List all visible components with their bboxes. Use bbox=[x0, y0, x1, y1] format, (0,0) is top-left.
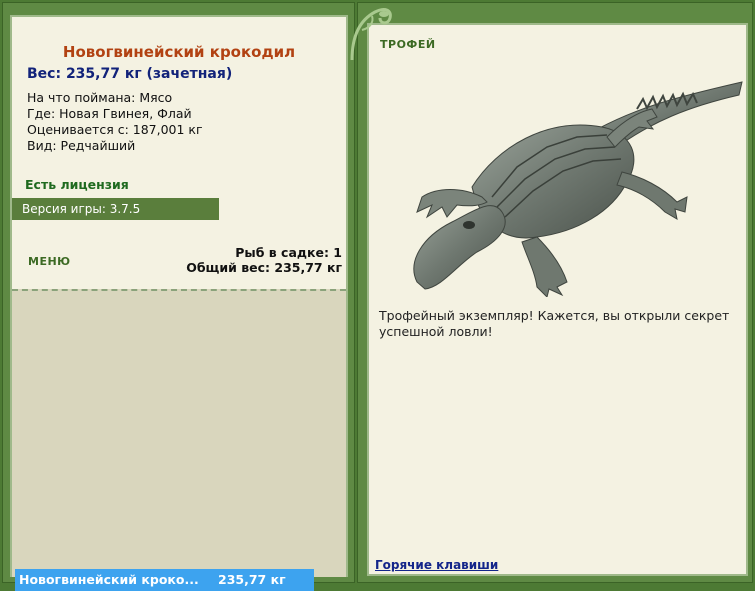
fish-weight: Вес: 235,77 кг (зачетная) bbox=[27, 66, 233, 82]
left-panel: Новогвинейский крокодил Вес: 235,77 кг (… bbox=[2, 2, 355, 591]
fish-bait: На что поймана: Мясо bbox=[27, 90, 173, 105]
right-panel: ТРОФЕЙ Трофейный экземпляр! Кажется, вы … bbox=[357, 2, 753, 583]
list-item-name: Новогвинейский кроко... bbox=[19, 572, 199, 587]
trophy-panel: ТРОФЕЙ Трофейный экземпляр! Кажется, вы … bbox=[367, 23, 748, 576]
fish-location: Где: Новая Гвинея, Флай bbox=[27, 106, 192, 121]
vine-decoration-icon bbox=[350, 8, 392, 60]
keepnet-total-weight: Общий вес: 235,77 кг bbox=[186, 260, 342, 275]
list-item-weight: 235,77 кг bbox=[218, 572, 286, 587]
hotkeys-link[interactable]: Горячие клавиши bbox=[375, 558, 498, 572]
license-status: Есть лицензия bbox=[25, 177, 129, 192]
trophy-message: Трофейный экземпляр! Кажется, вы открыли… bbox=[379, 308, 730, 339]
keepnet-count: Рыб в садке: 1 bbox=[235, 245, 342, 260]
fish-info-panel: Новогвинейский крокодил Вес: 235,77 кг (… bbox=[10, 15, 348, 591]
fish-rated-from: Оценивается с: 187,001 кг bbox=[27, 122, 203, 137]
fish-kind: Вид: Редчайший bbox=[27, 138, 136, 153]
keepnet-summary: Рыб в садке: 1 Общий вес: 235,77 кг bbox=[186, 245, 342, 275]
fish-title: Новогвинейский крокодил bbox=[62, 43, 296, 61]
menu-button[interactable]: МЕНЮ bbox=[28, 255, 71, 268]
crocodile-image bbox=[413, 81, 743, 297]
list-item[interactable]: Новогвинейский кроко... 235,77 кг bbox=[15, 569, 314, 591]
fish-list: Новогвинейский кроко... 235,77 кг bbox=[12, 289, 346, 591]
game-version: Версия игры: 3.7.5 bbox=[12, 198, 219, 220]
